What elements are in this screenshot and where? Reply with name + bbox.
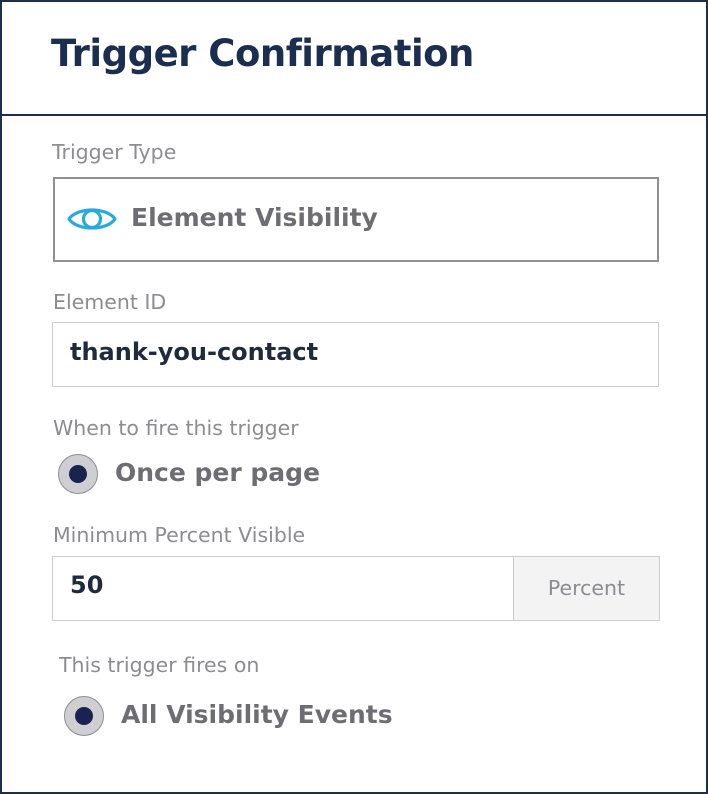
once-per-page-radio[interactable] (58, 454, 98, 494)
fires-on-label: This trigger fires on (59, 653, 260, 677)
all-visibility-events-radio[interactable] (64, 696, 104, 736)
trigger-type-box[interactable]: Element Visibility (53, 177, 659, 262)
min-percent-visible-label: Minimum Percent Visible (53, 523, 306, 547)
percent-unit-addon: Percent (513, 556, 660, 621)
eye-icon (67, 208, 117, 230)
trigger-type-value: Element Visibility (131, 203, 378, 232)
min-percent-visible-value: 50 (70, 571, 104, 599)
all-visibility-events-label: All Visibility Events (121, 700, 393, 729)
element-id-value: thank-you-contact (70, 338, 319, 366)
percent-unit-label: Percent (547, 576, 626, 600)
min-percent-visible-field[interactable]: 50 (52, 556, 515, 621)
radio-selected-dot (74, 706, 93, 725)
radio-selected-dot (68, 464, 87, 483)
panel-header: Trigger Confirmation (2, 2, 706, 116)
trigger-confirmation-panel: Trigger Confirmation Trigger Type Elemen… (0, 0, 708, 794)
fire-frequency-label: When to fire this trigger (53, 416, 299, 440)
element-id-label: Element ID (53, 290, 167, 314)
once-per-page-label: Once per page (115, 458, 321, 487)
panel-title: Trigger Confirmation (51, 32, 474, 75)
element-id-field[interactable]: thank-you-contact (52, 322, 659, 387)
trigger-type-label: Trigger Type (52, 140, 177, 164)
